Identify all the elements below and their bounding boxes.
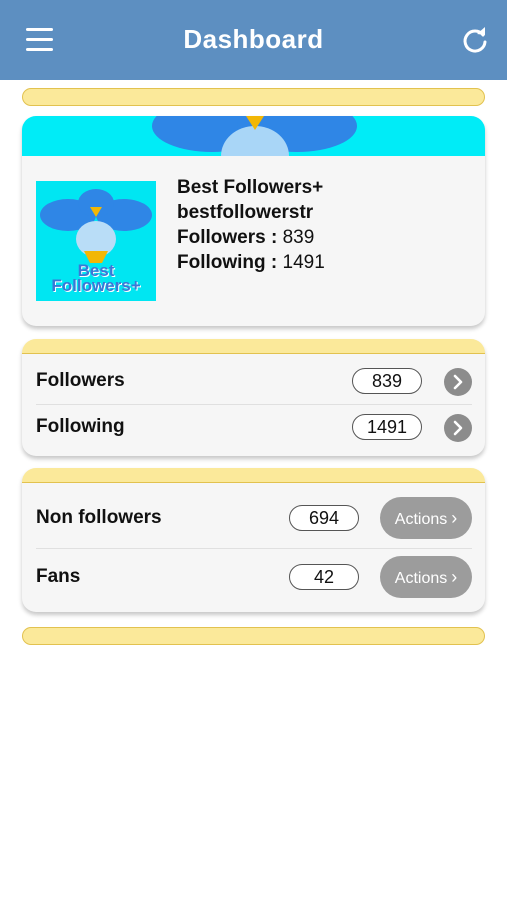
divider (36, 548, 472, 549)
following-label: Following : (177, 252, 278, 273)
avatar-logo-text: Best Followers+ (51, 261, 141, 295)
refresh-icon[interactable] (461, 26, 489, 54)
non-followers-row: Non followers 694 Actions › (36, 495, 472, 541)
profile-username: bestfollowerstr (177, 202, 314, 223)
card-top-band (22, 339, 485, 354)
profile-card: Best Followers+ Best Followers+ bestfoll… (22, 116, 485, 326)
fans-actions-button[interactable]: Actions › (380, 556, 472, 598)
followers-count-badge: 839 (352, 368, 422, 394)
profile-info: Best Followers+ bestfollowerstr Follower… (177, 175, 325, 275)
page-title: Dashboard (183, 24, 324, 54)
non-followers-count-badge: 694 (289, 505, 359, 531)
followers-label: Followers : (177, 227, 278, 248)
stats-card: Followers 839 Following 1491 (22, 339, 485, 456)
followers-row-label: Followers (36, 370, 125, 391)
following-chevron-right-icon[interactable] (444, 414, 472, 442)
chevron-right-icon: › (451, 567, 458, 587)
non-followers-actions-button[interactable]: Actions › (380, 497, 472, 539)
bottom-banner-strip (22, 627, 485, 645)
fans-count-badge: 42 (289, 564, 359, 590)
analysis-card: Non followers 694 Actions › Fans 42 Actio… (22, 468, 485, 612)
non-followers-label: Non followers (36, 507, 162, 528)
following-value: 1491 (282, 252, 325, 273)
profile-banner (22, 116, 485, 156)
following-count-badge: 1491 (352, 414, 422, 440)
following-row[interactable]: Following 1491 (36, 404, 472, 450)
chevron-right-icon: › (451, 508, 458, 528)
fans-row: Fans 42 Actions › (36, 554, 472, 600)
following-row-label: Following (36, 416, 125, 437)
card-top-band (22, 468, 485, 483)
app-bar: Dashboard (0, 0, 507, 80)
followers-row[interactable]: Followers 839 (36, 358, 472, 404)
avatar: Best Followers+ (36, 181, 156, 301)
profile-name: Best Followers+ (177, 177, 324, 198)
fans-label: Fans (36, 566, 81, 587)
followers-value: 839 (282, 227, 315, 248)
followers-chevron-right-icon[interactable] (444, 368, 472, 396)
bird-banner-icon (152, 116, 357, 156)
top-banner-strip (22, 88, 485, 106)
